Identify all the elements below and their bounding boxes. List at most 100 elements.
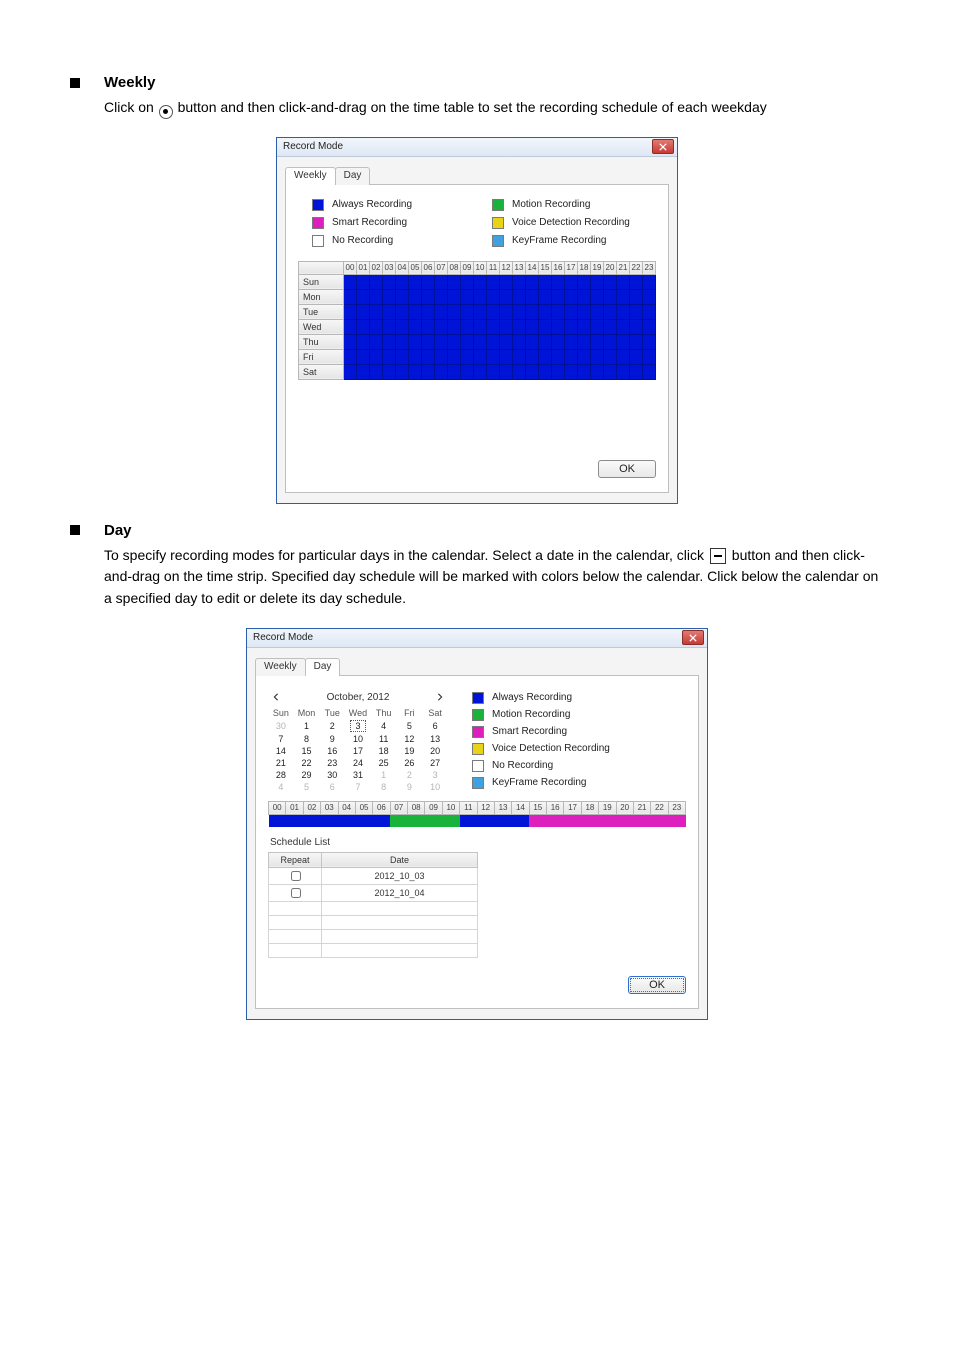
calendar-day[interactable]: 13 (422, 733, 448, 745)
weekly-cell[interactable] (513, 334, 526, 349)
calendar-day[interactable]: 26 (397, 757, 423, 769)
calendar-day[interactable]: 20 (422, 745, 448, 757)
calendar-day[interactable]: 14 (268, 745, 294, 757)
weekly-cell[interactable] (513, 289, 526, 304)
weekly-cell[interactable] (422, 349, 435, 364)
weekly-cell[interactable] (357, 289, 370, 304)
calendar-day[interactable]: 25 (371, 757, 397, 769)
calendar-day[interactable]: 24 (345, 757, 371, 769)
calendar-day[interactable]: 11 (371, 733, 397, 745)
weekly-cell[interactable] (630, 289, 643, 304)
calendar-day[interactable]: 3 (422, 769, 448, 781)
calendar-day[interactable]: 15 (294, 745, 320, 757)
weekly-cell[interactable] (591, 304, 604, 319)
weekly-cell[interactable] (500, 364, 513, 379)
weekly-cell[interactable] (461, 304, 474, 319)
weekly-cell[interactable] (552, 304, 565, 319)
weekly-cell[interactable] (552, 274, 565, 289)
weekly-cell[interactable] (617, 319, 630, 334)
weekly-cell[interactable] (357, 319, 370, 334)
weekly-cell[interactable] (474, 274, 487, 289)
strip-cell[interactable] (303, 814, 320, 827)
weekly-cell[interactable] (435, 334, 448, 349)
weekly-cell[interactable] (630, 304, 643, 319)
weekly-schedule-grid[interactable]: 0001020304050607080910111213141516171819… (298, 261, 656, 380)
calendar-day[interactable]: 6 (422, 719, 448, 733)
weekly-row[interactable]: Sat (299, 364, 656, 379)
weekly-cell[interactable] (643, 364, 656, 379)
weekly-cell[interactable] (344, 364, 357, 379)
calendar-day[interactable]: 4 (268, 781, 294, 793)
weekly-cell[interactable] (539, 319, 552, 334)
strip-cell[interactable] (338, 814, 355, 827)
weekly-cell[interactable] (526, 289, 539, 304)
next-month-icon[interactable] (436, 693, 444, 701)
weekly-cell[interactable] (474, 334, 487, 349)
weekly-cell[interactable] (604, 289, 617, 304)
calendar-day[interactable]: 3 (345, 719, 371, 733)
strip-cell[interactable] (529, 814, 546, 827)
weekly-cell[interactable] (513, 304, 526, 319)
strip-cell[interactable] (599, 814, 616, 827)
weekly-cell[interactable] (344, 304, 357, 319)
weekly-cell[interactable] (383, 274, 396, 289)
weekly-cell[interactable] (409, 289, 422, 304)
weekly-cell[interactable] (383, 349, 396, 364)
weekly-cell[interactable] (630, 274, 643, 289)
calendar-day[interactable]: 21 (268, 757, 294, 769)
repeat-checkbox[interactable] (291, 871, 301, 881)
weekly-cell[interactable] (396, 364, 409, 379)
weekly-cell[interactable] (383, 364, 396, 379)
weekly-cell[interactable] (578, 334, 591, 349)
weekly-cell[interactable] (539, 349, 552, 364)
weekly-cell[interactable] (552, 349, 565, 364)
weekly-cell[interactable] (565, 319, 578, 334)
weekly-cell[interactable] (409, 334, 422, 349)
weekly-cell[interactable] (409, 349, 422, 364)
weekly-cell[interactable] (630, 364, 643, 379)
weekly-cell[interactable] (604, 304, 617, 319)
weekly-cell[interactable] (409, 304, 422, 319)
weekly-cell[interactable] (487, 334, 500, 349)
ok-button[interactable]: OK (598, 460, 656, 478)
weekly-cell[interactable] (474, 319, 487, 334)
weekly-cell[interactable] (435, 289, 448, 304)
schedule-row[interactable]: 2012_10_03 (269, 867, 478, 884)
weekly-row[interactable]: Sun (299, 274, 656, 289)
weekly-cell[interactable] (578, 274, 591, 289)
weekly-cell[interactable] (565, 349, 578, 364)
weekly-cell[interactable] (526, 304, 539, 319)
weekly-cell[interactable] (396, 274, 409, 289)
weekly-cell[interactable] (539, 289, 552, 304)
strip-cell[interactable] (651, 814, 668, 827)
weekly-cell[interactable] (500, 274, 513, 289)
weekly-cell[interactable] (500, 334, 513, 349)
day-hour-strip[interactable]: 0001020304050607080910111213141516171819… (268, 801, 686, 827)
strip-cell[interactable] (269, 814, 286, 827)
weekly-row[interactable]: Wed (299, 319, 656, 334)
calendar-day[interactable]: 19 (397, 745, 423, 757)
weekly-cell[interactable] (357, 364, 370, 379)
repeat-checkbox[interactable] (291, 888, 301, 898)
weekly-cell[interactable] (461, 289, 474, 304)
weekly-cell[interactable] (643, 319, 656, 334)
tab-weekly[interactable]: Weekly (285, 167, 336, 185)
weekly-cell[interactable] (474, 304, 487, 319)
weekly-cell[interactable] (643, 289, 656, 304)
weekly-cell[interactable] (617, 349, 630, 364)
weekly-cell[interactable] (344, 289, 357, 304)
calendar-day[interactable]: 9 (319, 733, 345, 745)
calendar-day[interactable]: 9 (397, 781, 423, 793)
weekly-cell[interactable] (513, 274, 526, 289)
calendar-day[interactable]: 5 (294, 781, 320, 793)
weekly-cell[interactable] (448, 364, 461, 379)
strip-cell[interactable] (581, 814, 598, 827)
weekly-cell[interactable] (422, 289, 435, 304)
weekly-cell[interactable] (448, 334, 461, 349)
weekly-cell[interactable] (370, 304, 383, 319)
close-button[interactable] (652, 139, 674, 154)
weekly-cell[interactable] (448, 289, 461, 304)
calendar-day[interactable]: 8 (371, 781, 397, 793)
weekly-cell[interactable] (539, 304, 552, 319)
weekly-cell[interactable] (435, 274, 448, 289)
